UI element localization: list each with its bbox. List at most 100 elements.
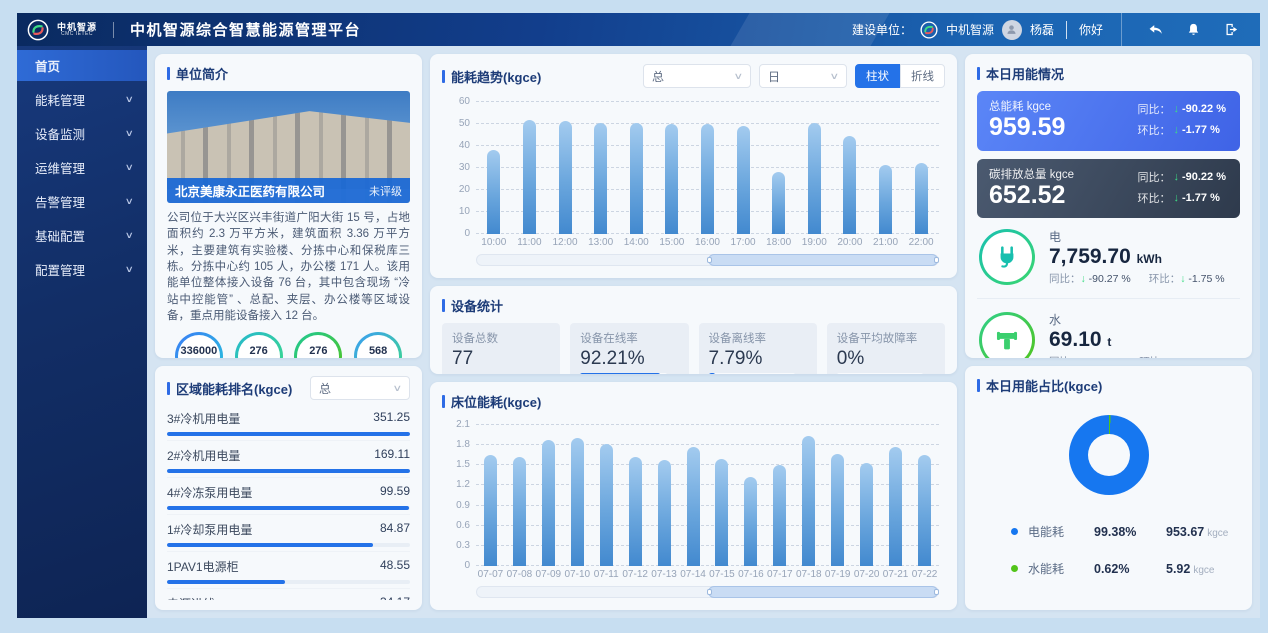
x-axis-label: 07-11 xyxy=(592,569,621,580)
sidebar-item-label: 首页 xyxy=(35,56,60,75)
trend-bar-chart: 010203040506010:0011:0012:0013:0014:0015… xyxy=(442,88,945,268)
water-yoy: 36.3 % xyxy=(1089,356,1122,358)
total-yoy-value: -90.22 % xyxy=(1182,103,1226,115)
water-label: 水 xyxy=(1049,311,1215,328)
brand-area: 中机智源 CMC IETEC 中机智源综合智慧能源管理平台 xyxy=(17,19,361,41)
device-stat-value: 77 xyxy=(452,349,550,370)
device-progress-track xyxy=(709,373,795,374)
rank-bar-track xyxy=(167,506,410,510)
y-axis-label: 0.9 xyxy=(444,500,470,511)
y-axis-label: 60 xyxy=(444,96,470,107)
stat-value: 336000 xyxy=(181,346,218,357)
data-zoom-window[interactable] xyxy=(708,586,939,598)
mom-label: 环比： xyxy=(1137,122,1170,138)
chart-plot-area: 00.30.60.91.21.51.82.1 xyxy=(476,425,939,566)
chart-plot-area: 0102030405060 xyxy=(476,102,939,234)
electric-mom: -1.75 % xyxy=(1188,273,1224,285)
rank-bar-track xyxy=(167,469,410,473)
ranking-title: 区域能耗排名(kgce) xyxy=(167,379,292,398)
sidebar-item-6[interactable]: 配置管理∨ xyxy=(17,254,147,285)
data-zoom-slider[interactable] xyxy=(476,254,939,266)
total-energy-value: 959.59 xyxy=(989,114,1065,142)
sidebar-nav: 首页能耗管理∨设备监测∨运维管理∨告警管理∨基础配置∨配置管理∨ xyxy=(17,46,147,618)
chart-bar xyxy=(737,126,750,234)
notification-bell-icon[interactable] xyxy=(1178,21,1208,39)
device-stats-title: 设备统计 xyxy=(442,296,945,315)
rank-bar-track xyxy=(167,432,410,436)
ranking-filter-select[interactable]: 总 ∨ xyxy=(310,376,410,400)
legend-percent: 99.38% xyxy=(1094,525,1166,539)
sidebar-item-2[interactable]: 设备监测∨ xyxy=(17,118,147,149)
legend-unit: kgce xyxy=(1207,528,1228,539)
x-axis-label: 07-22 xyxy=(910,569,939,580)
divider xyxy=(977,298,1240,299)
sidebar-item-5[interactable]: 基础配置∨ xyxy=(17,220,147,251)
y-axis-label: 0 xyxy=(444,560,470,571)
chart-bar xyxy=(773,465,786,566)
chart-bar xyxy=(831,454,844,566)
chart-bar xyxy=(484,455,497,566)
chart-bar xyxy=(571,438,584,566)
stat-ring: 568张 xyxy=(354,332,402,358)
x-axis-label: 07-09 xyxy=(534,569,563,580)
data-zoom-slider[interactable] xyxy=(476,586,939,598)
device-stat-value: 92.21% xyxy=(580,349,678,370)
carbon-value: 652.52 xyxy=(989,182,1074,210)
trend-period-select[interactable]: 日 ∨ xyxy=(759,64,847,88)
header-divider xyxy=(113,22,114,38)
intro-stat-2: 276人员工数量 xyxy=(289,332,349,358)
rank-bar-fill xyxy=(167,506,409,510)
arrow-down-icon: ↓ xyxy=(1173,103,1179,115)
bar-view-button[interactable]: 柱状 xyxy=(855,64,900,88)
builder-name: 中机智源 xyxy=(946,21,994,38)
device-stat-box-1: 设备在线率92.21% xyxy=(570,323,688,374)
mom-label: 环比： xyxy=(1137,190,1170,206)
ranking-filter-value: 总 xyxy=(319,380,331,397)
yoy-label: 同比： xyxy=(1137,169,1170,185)
trend-type-select[interactable]: 总 ∨ xyxy=(643,64,751,88)
legend-value: 953.67kgce xyxy=(1166,525,1228,539)
legend-dot xyxy=(1011,528,1018,535)
energy-ratio-donut-chart xyxy=(1069,415,1149,495)
device-stat-box-2: 设备离线率7.79% xyxy=(699,323,817,374)
sidebar-item-4[interactable]: 告警管理∨ xyxy=(17,186,147,217)
bars-layer xyxy=(476,102,939,234)
line-view-button[interactable]: 折线 xyxy=(900,64,945,88)
water-row: 水 69.10 t 同比：↑ 36.3 % 环比：↓ -4.56 % xyxy=(977,301,1240,358)
app-window: 中机智源 CMC IETEC 中机智源综合智慧能源管理平台 建设单位： 中机智源… xyxy=(17,13,1260,618)
arrow-down-icon: ↓ xyxy=(1173,192,1179,204)
main-content: 单位简介 北京美康永正医药有限公司 未评级 公司位于大兴区兴丰街道广阳大街 15… xyxy=(147,46,1260,618)
user-name[interactable]: 杨磊 xyxy=(1030,21,1054,38)
x-axis-label: 13:00 xyxy=(583,237,619,248)
intro-stat-0: 336000㎡建筑面积 xyxy=(169,332,229,358)
x-axis-label: 20:00 xyxy=(832,237,868,248)
chevron-down-icon: ∨ xyxy=(125,94,134,105)
sidebar-item-1[interactable]: 能耗管理∨ xyxy=(17,84,147,115)
rank-name: 2#冷机用电量 xyxy=(167,447,240,464)
stat-value: 276 xyxy=(309,346,327,357)
x-axis-label: 07-14 xyxy=(679,569,708,580)
top-header: 中机智源 CMC IETEC 中机智源综合智慧能源管理平台 建设单位： 中机智源… xyxy=(17,13,1260,46)
stat-value: 276 xyxy=(249,346,267,357)
total-energy-label: 总能耗 xyxy=(989,101,1024,113)
stat-ring: 276人 xyxy=(294,332,342,358)
logout-icon[interactable] xyxy=(1216,21,1246,39)
back-icon[interactable] xyxy=(1140,21,1170,39)
legend-name: 水能耗 xyxy=(1028,560,1094,577)
y-axis-label: 2.1 xyxy=(444,419,470,430)
unit-intro-card: 单位简介 北京美康永正医药有限公司 未评级 公司位于大兴区兴丰街道广阳大街 15… xyxy=(155,54,422,358)
y-axis-label: 10 xyxy=(444,206,470,217)
sidebar-item-3[interactable]: 运维管理∨ xyxy=(17,152,147,183)
legend-percent: 0.62% xyxy=(1094,562,1166,576)
sidebar-item-label: 基础配置 xyxy=(35,226,85,245)
ranking-row: 1#冷却泵用电量84.87 xyxy=(167,515,410,552)
sidebar-item-0[interactable]: 首页 xyxy=(17,50,147,81)
builder-logo-icon xyxy=(920,21,938,39)
intro-stat-1: 276人用能人数 xyxy=(229,332,289,358)
legend-value: 5.92kgce xyxy=(1166,562,1214,576)
user-avatar[interactable] xyxy=(1002,20,1022,40)
yoy-label: 同比： xyxy=(1137,101,1170,117)
rank-bar-fill xyxy=(167,543,373,547)
chevron-down-icon: ∨ xyxy=(830,71,840,82)
data-zoom-window[interactable] xyxy=(708,254,939,266)
